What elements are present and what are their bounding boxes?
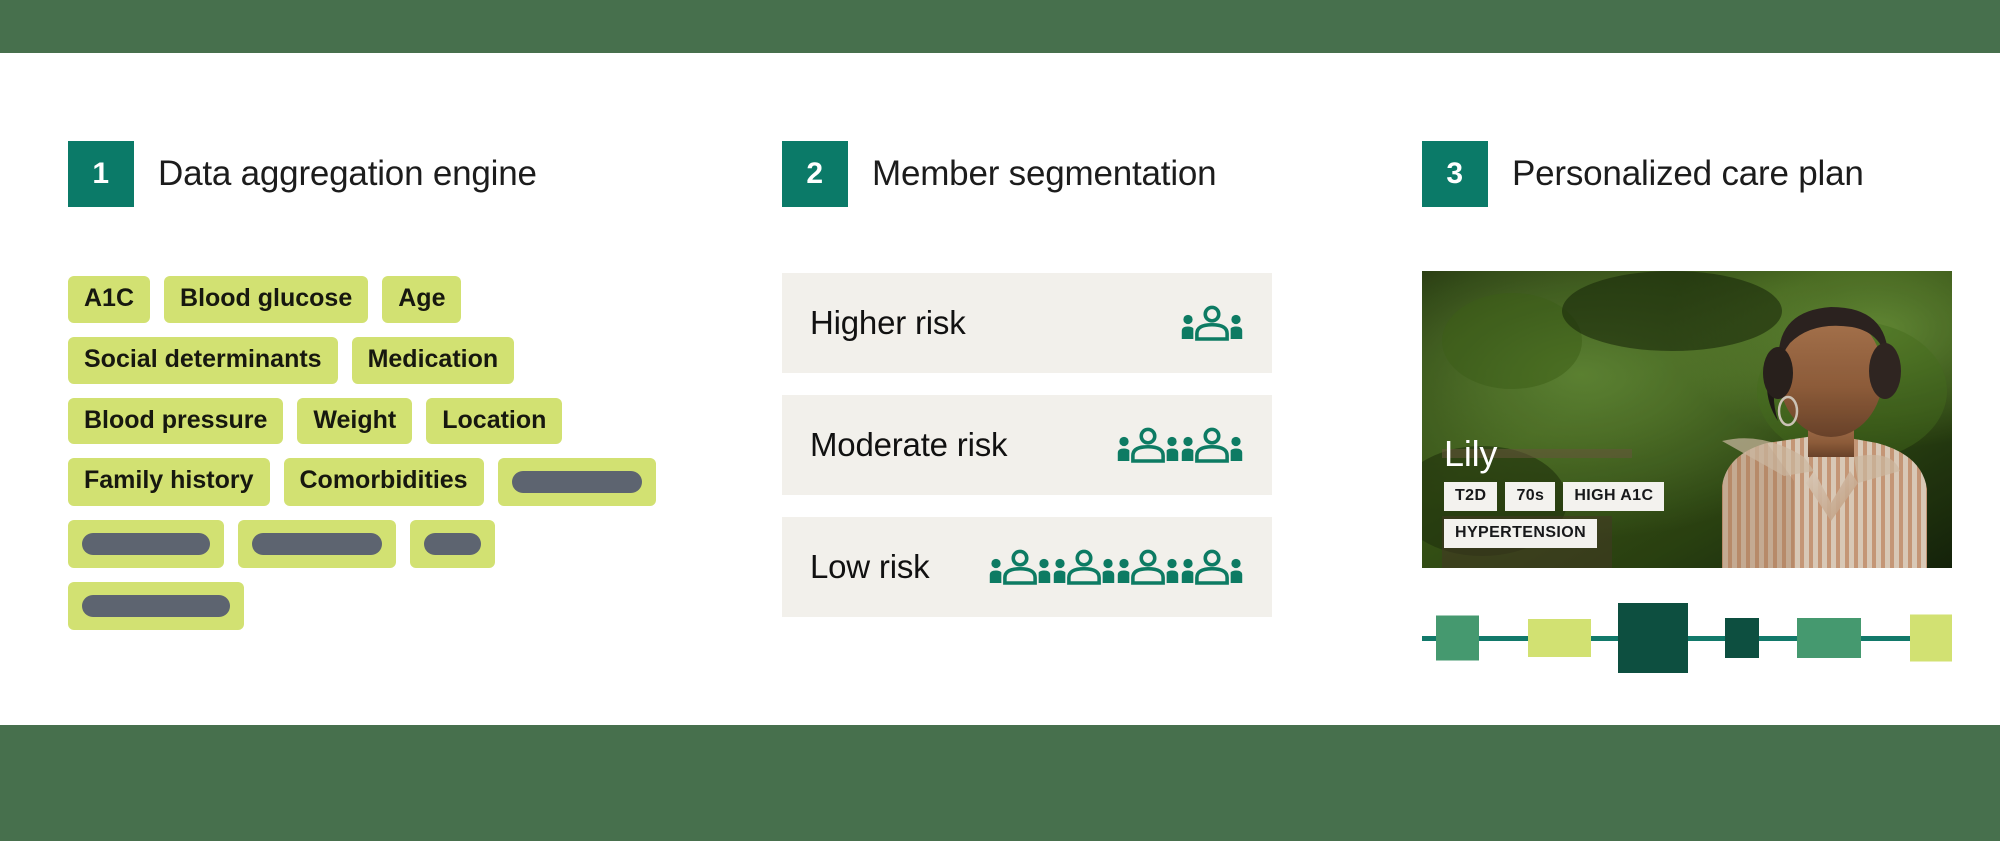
data-tag[interactable]: Social determinants (68, 336, 338, 384)
redacted-bar (82, 533, 210, 556)
column-data-aggregation: 1 Data aggregation engine A1C Blood gluco… (68, 53, 708, 631)
data-tag-redacted[interactable] (410, 520, 495, 569)
segment-icon-group (988, 549, 1244, 585)
segment-icon-group (1116, 427, 1244, 463)
data-tag[interactable]: Age (382, 276, 462, 323)
people-group-icon (1181, 427, 1243, 463)
segment-row[interactable]: Higher risk (782, 273, 1272, 373)
step-number-badge-3: 3 (1422, 141, 1488, 207)
timeline-node[interactable] (1528, 619, 1591, 657)
timeline-node[interactable] (1910, 614, 1952, 662)
step-title-3: Personalized care plan (1512, 154, 1864, 193)
member-condition-badge: HIGH A1C (1563, 482, 1665, 511)
data-tag[interactable]: Weight (297, 397, 413, 445)
member-condition-badge: T2D (1444, 482, 1498, 511)
redacted-bar (252, 533, 382, 556)
people-group-icon (1181, 549, 1243, 585)
segment-label: Low risk (810, 548, 930, 585)
segment-row-list: Higher risk Moderate risk Low risk (782, 273, 1282, 617)
segment-row[interactable]: Low risk (782, 517, 1272, 617)
data-tag-redacted[interactable] (238, 520, 396, 569)
segment-row[interactable]: Moderate risk (782, 395, 1272, 495)
member-name: Lily (1444, 433, 1498, 474)
data-tag[interactable]: A1C (68, 276, 151, 323)
step-header-1: 1 Data aggregation engine (68, 141, 708, 207)
people-group-icon (1181, 305, 1243, 341)
redacted-bar (424, 533, 481, 556)
step-header-2: 2 Member segmentation (782, 141, 1282, 207)
data-tag[interactable]: Family history (68, 458, 270, 507)
data-tag[interactable]: Blood glucose (164, 276, 369, 323)
timeline-node[interactable] (1725, 618, 1759, 658)
data-tag-redacted[interactable] (68, 582, 244, 631)
timeline-node[interactable] (1618, 603, 1688, 673)
member-card-overlay: Lily T2D 70s HIGH A1C HYPERTENSION (1444, 436, 1884, 548)
data-tag[interactable]: Medication (351, 336, 515, 384)
step-number-badge-1: 1 (68, 141, 134, 207)
data-tag[interactable]: Location (426, 397, 563, 445)
step-title-1: Data aggregation engine (158, 154, 537, 193)
redacted-bar (82, 595, 230, 618)
content-stage: 1 Data aggregation engine A1C Blood gluco… (0, 53, 2000, 725)
data-tag-redacted[interactable] (497, 458, 656, 507)
top-decorative-band (0, 0, 2000, 53)
step-number-badge-2: 2 (782, 141, 848, 207)
step-header-3: 3 Personalized care plan (1422, 141, 1962, 207)
care-plan-timeline (1422, 598, 1952, 678)
segment-label: Moderate risk (810, 426, 1008, 463)
bottom-decorative-band (0, 725, 2000, 841)
data-tag[interactable]: Comorbidities (283, 458, 484, 507)
step-title-2: Member segmentation (872, 154, 1217, 193)
member-condition-badge: HYPERTENSION (1444, 519, 1598, 548)
people-group-icon (1053, 549, 1115, 585)
member-badge-list: T2D 70s HIGH A1C HYPERTENSION (1444, 482, 1744, 548)
people-group-icon (1117, 427, 1179, 463)
member-condition-badge: 70s (1505, 482, 1556, 511)
people-group-icon (989, 549, 1051, 585)
segment-icon-group (1180, 305, 1244, 341)
timeline-node[interactable] (1797, 618, 1861, 658)
member-photo-card: Lily T2D 70s HIGH A1C HYPERTENSION (1422, 271, 1952, 568)
data-tag-list: A1C Blood glucose Age Social determinants Me… (68, 276, 668, 631)
data-tag-redacted[interactable] (68, 520, 224, 569)
redacted-bar (511, 471, 642, 494)
segment-label: Higher risk (810, 304, 966, 341)
column-member-segmentation: 2 Member segmentation Higher risk Moderat… (782, 53, 1282, 617)
data-tag[interactable]: Blood pressure (68, 397, 284, 445)
people-group-icon (1117, 549, 1179, 585)
column-personalized-care-plan: 3 Personalized care plan Lily T2D 70s HI… (1422, 53, 1962, 678)
timeline-node[interactable] (1436, 615, 1479, 661)
